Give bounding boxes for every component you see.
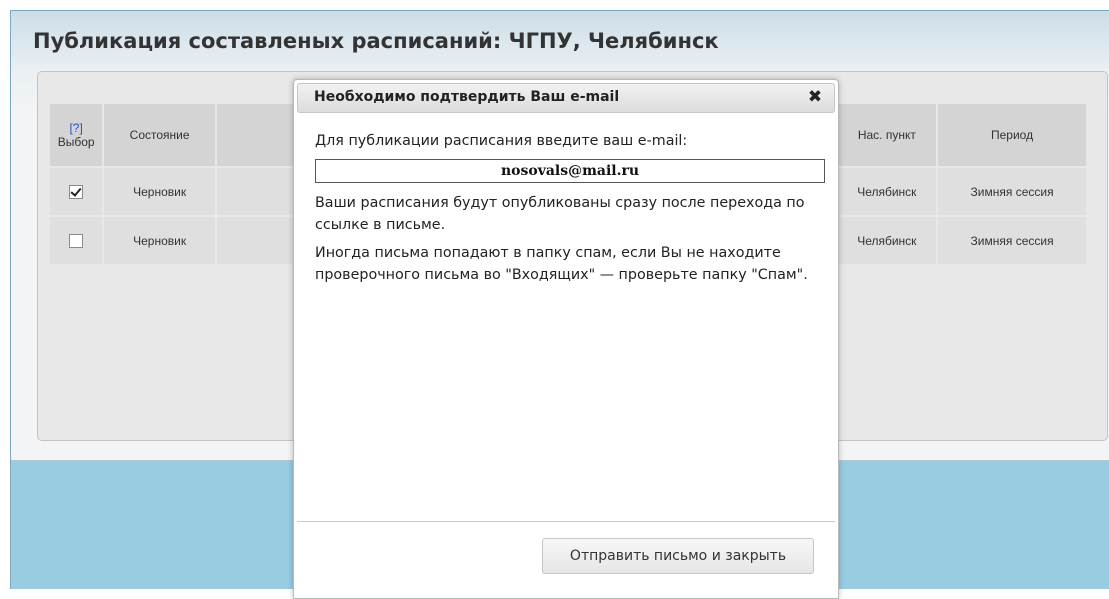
row-checkbox[interactable] xyxy=(69,184,84,199)
column-city: Нас. пункт xyxy=(837,104,937,166)
row-city: Челябинск xyxy=(837,168,937,215)
row-select-cell xyxy=(50,168,103,215)
email-input[interactable] xyxy=(315,159,825,183)
column-select: [?] Выбор xyxy=(50,104,103,166)
row-select-cell xyxy=(50,217,103,264)
dialog-title: Необходимо подтвердить Ваш e-mail xyxy=(314,89,620,105)
column-status: Состояние xyxy=(104,104,215,166)
row-period: Зимняя сессия xyxy=(938,168,1086,215)
row-checkbox[interactable] xyxy=(69,233,84,248)
page-title: Публикация составленых расписаний: ЧГПУ,… xyxy=(33,29,719,53)
send-and-close-button[interactable]: Отправить письмо и закрыть xyxy=(542,538,814,574)
column-select-label: Выбор xyxy=(57,135,95,149)
publish-note: Ваши расписания будут опубликованы сразу… xyxy=(315,195,805,233)
confirm-email-dialog: Необходимо подтвердить Ваш e-mail ✖ Для … xyxy=(293,79,839,599)
dialog-titlebar[interactable]: Необходимо подтвердить Ваш e-mail ✖ xyxy=(297,83,835,113)
dialog-body: Для публикации расписания введите ваш e-… xyxy=(315,130,825,286)
row-status: Черновик xyxy=(104,217,215,264)
row-period: Зимняя сессия xyxy=(938,217,1086,264)
dialog-divider xyxy=(297,521,835,522)
column-period: Период xyxy=(938,104,1086,166)
email-prompt: Для публикации расписания введите ваш e-… xyxy=(315,133,688,149)
row-city: Челябинск xyxy=(837,217,937,264)
spam-note: Иногда письма попадают в папку спам, есл… xyxy=(315,245,808,283)
row-status: Черновик xyxy=(104,168,215,215)
close-icon[interactable]: ✖ xyxy=(806,87,824,107)
help-link[interactable]: [?] xyxy=(50,121,102,135)
